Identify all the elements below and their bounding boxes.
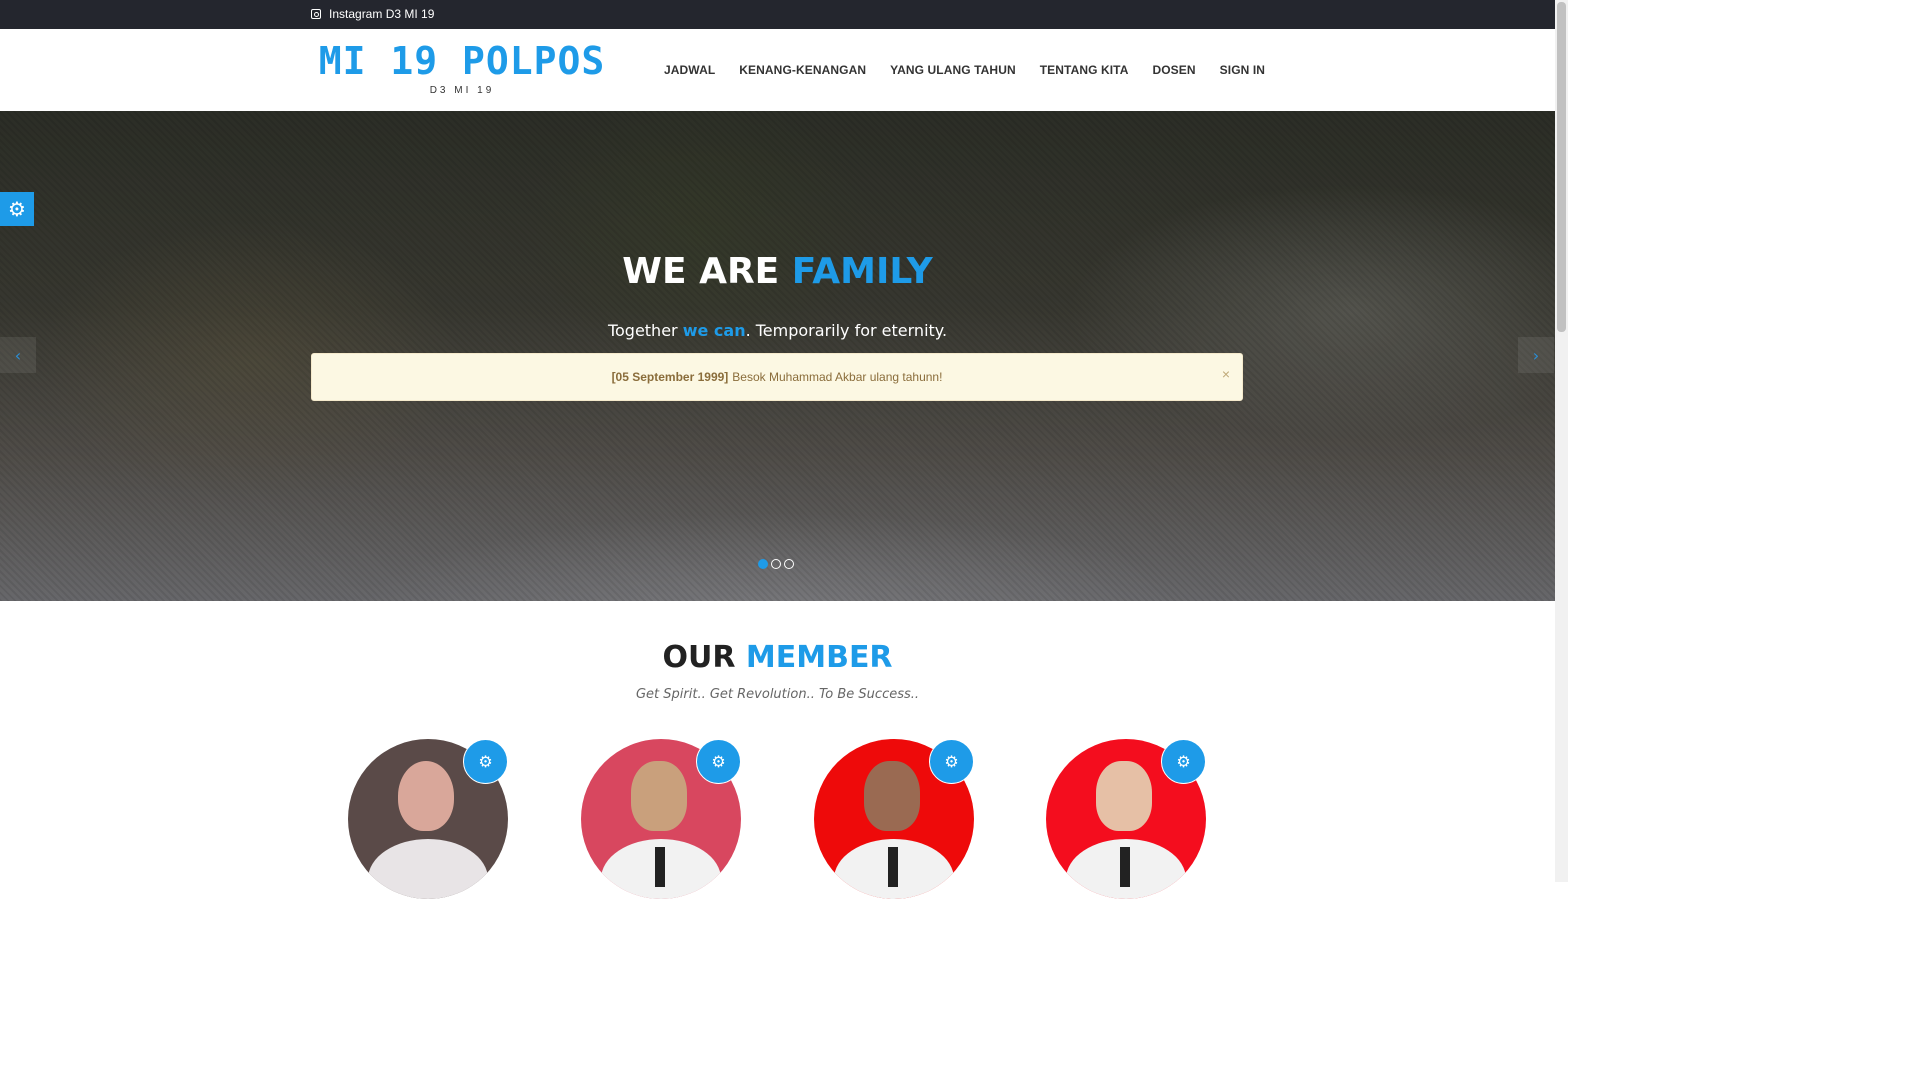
birthday-alert: [05 September 1999] Besok Muhammad Akbar…	[311, 353, 1243, 401]
hero-slider: WE ARE FAMILY Together we can. Temporari…	[0, 111, 1555, 601]
instagram-icon	[311, 9, 321, 19]
member-card[interactable]: ⚙	[1046, 739, 1206, 899]
nav-yang-ulang-tahun[interactable]: YANG ULANG TAHUN	[890, 63, 1016, 77]
instagram-link[interactable]: Instagram D3 MI 19	[311, 7, 434, 21]
alert-message: Besok Muhammad Akbar ulang tahunn!	[732, 370, 943, 384]
section-title-accent: MEMBER	[745, 640, 893, 675]
site-header: MI 19 POLPOS D3 MI 19 JADWAL KENANG-KENA…	[0, 29, 1555, 111]
settings-panel-toggle[interactable]: ⚙	[0, 192, 34, 226]
nav-tentang-kita[interactable]: TENTANG KITA	[1040, 63, 1129, 77]
top-bar: Instagram D3 MI 19	[0, 0, 1555, 29]
gear-icon[interactable]: ⚙	[929, 739, 974, 784]
main-nav: JADWAL KENANG-KENANGAN YANG ULANG TAHUN …	[664, 63, 1289, 77]
section-subtitle: Get Spirit.. Get Revolution.. To Be Succ…	[635, 687, 920, 702]
hero-subtitle-rest: . Temporarily for eternity.	[745, 321, 948, 340]
logo-title: MI 19 POLPOS	[318, 39, 606, 83]
gear-icon[interactable]: ⚙	[696, 739, 741, 784]
site-logo[interactable]: MI 19 POLPOS D3 MI 19	[312, 41, 612, 96]
member-card[interactable]: ⚙	[814, 739, 974, 899]
hero-subtitle-text: Together	[607, 321, 683, 340]
nav-kenang-kenangan[interactable]: KENANG-KENANGAN	[739, 63, 866, 77]
slider-indicators	[758, 559, 794, 569]
hero-title: WE ARE FAMILY	[0, 251, 1555, 292]
page-scrollbar[interactable]	[1555, 0, 1568, 882]
logo-subtitle: D3 MI 19	[429, 85, 495, 96]
alert-date: [05 September 1999]	[611, 370, 729, 384]
hero-subtitle-accent: we can	[682, 321, 746, 340]
hero-title-text: WE ARE	[622, 251, 792, 292]
slider-prev-button[interactable]: ‹	[0, 337, 36, 373]
member-card[interactable]: ⚙	[348, 739, 508, 899]
member-card[interactable]: ⚙	[581, 739, 741, 899]
slider-next-button[interactable]: ›	[1518, 337, 1554, 373]
nav-sign-in[interactable]: SIGN IN	[1220, 63, 1265, 77]
instagram-label: Instagram D3 MI 19	[329, 7, 435, 21]
slider-dot[interactable]	[758, 559, 768, 569]
slider-dot[interactable]	[771, 559, 781, 569]
section-title: OUR MEMBER	[0, 640, 1555, 675]
slider-dot[interactable]	[784, 559, 794, 569]
hero-subtitle: Together we can. Temporarily for eternit…	[0, 321, 1555, 340]
hero-title-accent: FAMILY	[791, 251, 933, 292]
scrollbar-thumb[interactable]	[1557, 2, 1566, 332]
gear-icon[interactable]: ⚙	[463, 739, 508, 784]
nav-jadwal[interactable]: JADWAL	[664, 63, 715, 77]
gear-icon[interactable]: ⚙	[1161, 739, 1206, 784]
nav-dosen[interactable]: DOSEN	[1152, 63, 1195, 77]
gear-icon: ⚙	[8, 197, 26, 221]
section-title-text: OUR	[662, 640, 746, 675]
close-icon[interactable]: ×	[1222, 366, 1230, 382]
